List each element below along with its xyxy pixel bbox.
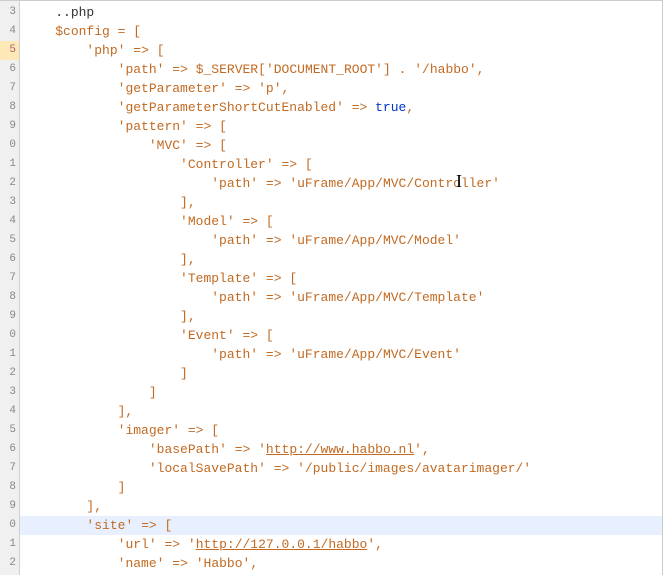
line-number: 7 [0, 269, 19, 288]
line-number: 4 [0, 22, 19, 41]
code-line[interactable]: ], [20, 193, 662, 212]
line-number: 7 [0, 79, 19, 98]
line-number: 6 [0, 60, 19, 79]
code-line[interactable]: 'imager' => [ [20, 421, 662, 440]
line-number: 5 [0, 421, 19, 440]
code-line[interactable]: 'path' => 'uFrame/App/MVC/Controller' [20, 174, 662, 193]
code-line[interactable]: 'Template' => [ [20, 269, 662, 288]
line-number-gutter: 345678901234567890123456789012 [0, 1, 20, 575]
code-line-highlighted[interactable]: 'site' => [ [20, 516, 662, 535]
code-line[interactable]: ] [20, 383, 662, 402]
line-number: 0 [0, 136, 19, 155]
code-line[interactable]: $config = [ [20, 22, 662, 41]
line-number: 1 [0, 155, 19, 174]
code-line[interactable]: 'url' => 'http://127.0.0.1/habbo', [20, 535, 662, 554]
line-number: 3 [0, 193, 19, 212]
code-line[interactable]: ], [20, 497, 662, 516]
code-line[interactable]: 'getParameter' => 'p', [20, 79, 662, 98]
code-line[interactable]: 'path' => $_SERVER['DOCUMENT_ROOT'] . '/… [20, 60, 662, 79]
line-number: 5 [0, 231, 19, 250]
code-line[interactable]: 'path' => 'uFrame/App/MVC/Event' [20, 345, 662, 364]
line-number: 2 [0, 554, 19, 573]
line-number: 5 [0, 41, 19, 60]
code-line[interactable]: ], [20, 307, 662, 326]
line-number: 4 [0, 402, 19, 421]
line-number: 3 [0, 383, 19, 402]
line-number: 9 [0, 307, 19, 326]
code-line[interactable]: ], [20, 250, 662, 269]
line-number: 1 [0, 345, 19, 364]
code-line[interactable]: 'getParameterShortCutEnabled' => true, [20, 98, 662, 117]
code-line[interactable]: 'Controller' => [ [20, 155, 662, 174]
code-line[interactable]: 'path' => 'uFrame/App/MVC/Template' [20, 288, 662, 307]
line-number: 0 [0, 516, 19, 535]
code-line[interactable]: ] [20, 478, 662, 497]
line-number: 8 [0, 98, 19, 117]
line-number: 6 [0, 250, 19, 269]
line-number: 2 [0, 364, 19, 383]
line-number: 2 [0, 174, 19, 193]
code-editor[interactable]: 345678901234567890123456789012 I ..php $… [0, 0, 663, 575]
code-line[interactable]: 'php' => [ [20, 41, 662, 60]
line-number: 8 [0, 288, 19, 307]
code-line[interactable]: ], [20, 402, 662, 421]
code-line[interactable]: 'Event' => [ [20, 326, 662, 345]
line-number: 3 [0, 3, 19, 22]
code-area[interactable]: I ..php $config = [ 'php' => [ 'path' =>… [20, 1, 662, 575]
code-line[interactable]: 'pattern' => [ [20, 117, 662, 136]
code-line[interactable]: ] [20, 364, 662, 383]
code-line[interactable]: 'Model' => [ [20, 212, 662, 231]
line-number: 1 [0, 535, 19, 554]
line-number: 4 [0, 212, 19, 231]
line-number: 0 [0, 326, 19, 345]
code-line[interactable]: ..php [20, 3, 662, 22]
code-line[interactable]: 'name' => 'Habbo', [20, 554, 662, 573]
line-number: 8 [0, 478, 19, 497]
code-line[interactable]: 'localSavePath' => '/public/images/avata… [20, 459, 662, 478]
line-number: 6 [0, 440, 19, 459]
line-number: 7 [0, 459, 19, 478]
code-line[interactable]: 'path' => 'uFrame/App/MVC/Model' [20, 231, 662, 250]
line-number: 9 [0, 117, 19, 136]
code-line[interactable]: 'MVC' => [ [20, 136, 662, 155]
line-number: 9 [0, 497, 19, 516]
code-line[interactable]: 'basePath' => 'http://www.habbo.nl', [20, 440, 662, 459]
